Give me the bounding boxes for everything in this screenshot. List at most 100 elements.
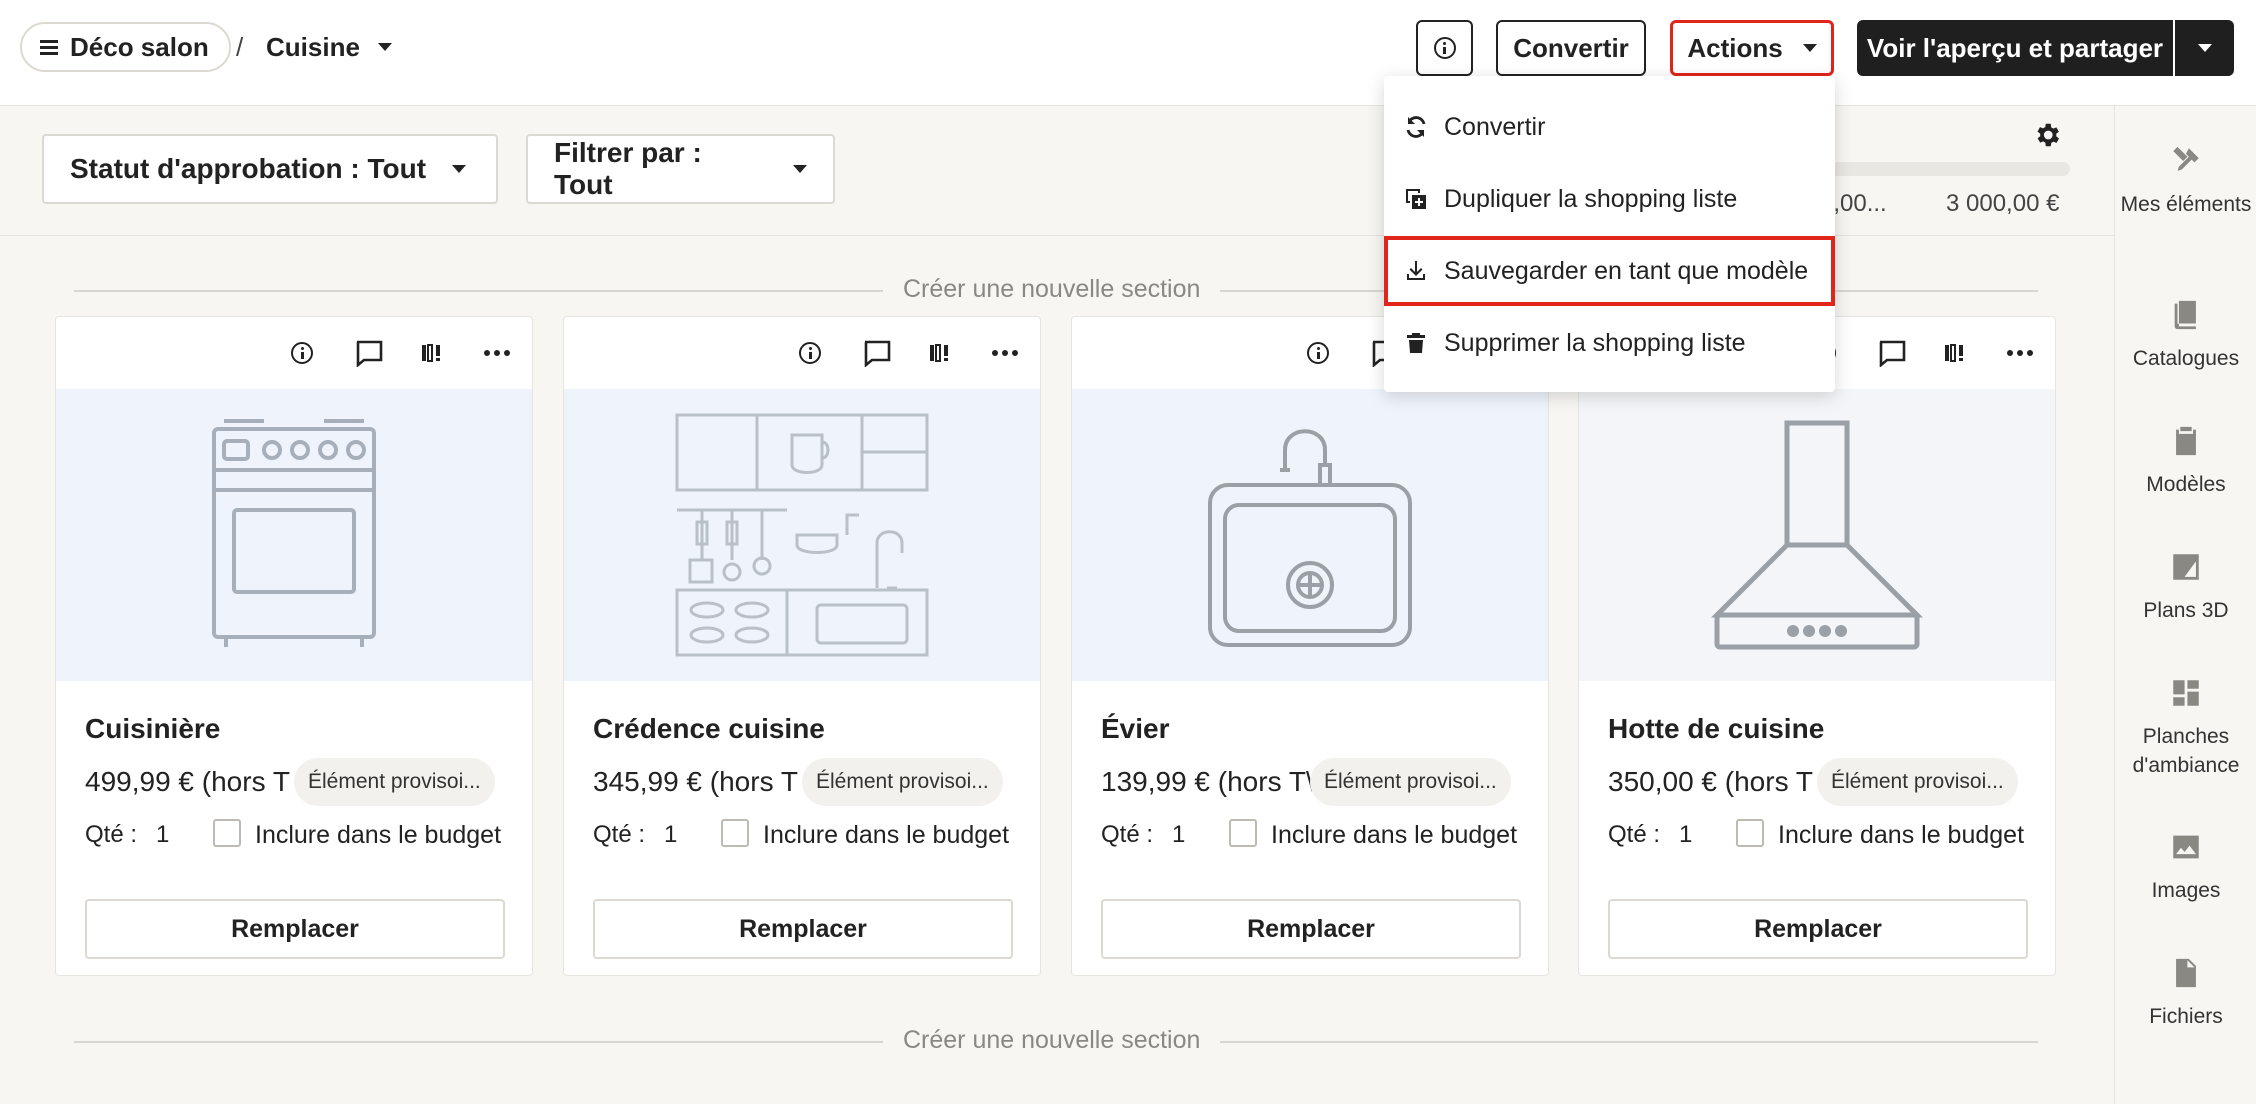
comment-icon[interactable] — [1876, 337, 1908, 369]
product-name: Crédence cuisine — [593, 713, 825, 744]
include-budget-label: Inclure dans le budget — [1271, 821, 1518, 849]
product-price: 350,00 € (hors T — [1608, 766, 1813, 797]
sidebar-item-3d-plans[interactable]: Plans 3D — [2115, 550, 2256, 625]
status-icon[interactable] — [924, 337, 956, 369]
menu-item-label: Sauvegarder en tant que modèle — [1444, 256, 1809, 285]
card-toolbar — [56, 317, 532, 387]
sidebar-item-label: Mes éléments — [2120, 193, 2252, 216]
stove-icon — [212, 419, 376, 647]
refresh-icon — [1406, 116, 1426, 138]
sidebar-item-label: Modèles — [2146, 473, 2226, 496]
comment-icon[interactable] — [353, 337, 385, 369]
range-hood-icon — [1710, 420, 1924, 650]
download-icon — [1407, 261, 1425, 280]
menu-item-duplicate-list[interactable]: Dupliquer la shopping liste — [1384, 164, 1835, 234]
actions-label: Actions — [1687, 32, 1783, 63]
product-price: 139,99 € (hors T\ — [1101, 766, 1314, 797]
more-options-icon[interactable] — [481, 337, 513, 369]
sidebar-item-files[interactable]: Fichiers — [2115, 956, 2256, 1031]
product-image[interactable] — [1579, 389, 2055, 681]
info-icon[interactable] — [1302, 337, 1334, 369]
filter-by-dropdown[interactable]: Filtrer par : Tout — [526, 134, 835, 204]
filter-by-label: Filtrer par : Tout — [554, 137, 702, 200]
product-card: Évier 139,99 € (hors T\ Élément provisoi… — [1071, 316, 1549, 976]
create-section-link-bottom[interactable]: Créer une nouvelle section — [883, 1026, 1221, 1055]
share-options-button[interactable] — [2175, 20, 2234, 76]
more-options-icon[interactable] — [2004, 337, 2036, 369]
room-selector[interactable]: Cuisine — [266, 22, 392, 72]
approval-status-filter[interactable]: Statut d'approbation : Tout — [42, 134, 498, 204]
convert-button[interactable]: Convertir — [1496, 20, 1646, 76]
replace-button[interactable]: Remplacer — [85, 899, 505, 959]
product-card: Crédence cuisine 345,99 € (hors T Élémen… — [563, 316, 1041, 976]
create-section-link-top[interactable]: Créer une nouvelle section — [883, 275, 1221, 304]
kitchen-backsplash-icon — [675, 413, 929, 657]
quantity-label: Qté : — [1608, 821, 1661, 848]
sidebar-item-label: Fichiers — [2149, 1005, 2223, 1028]
product-price: 345,99 € (hors T — [593, 766, 798, 797]
info-button[interactable] — [1416, 20, 1473, 76]
comment-icon[interactable] — [861, 337, 893, 369]
sink-icon — [1208, 429, 1412, 647]
product-image[interactable] — [1072, 389, 1548, 681]
replace-button[interactable]: Remplacer — [1101, 899, 1521, 959]
file-icon — [2176, 958, 2196, 988]
menu-item-label: Dupliquer la shopping liste — [1444, 184, 1738, 213]
hamburger-menu-icon — [40, 40, 58, 55]
status-badge: Élément provisoi... — [802, 758, 1003, 806]
floorplan-icon — [2173, 554, 2199, 580]
top-bar: Déco salon / Cuisine Convertir Actions V… — [0, 0, 2256, 106]
room-name: Cuisine — [266, 31, 360, 62]
product-price: 499,99 € (hors T — [85, 766, 290, 797]
more-options-icon[interactable] — [989, 337, 1021, 369]
tools-icon — [2173, 146, 2199, 171]
chevron-down-icon — [377, 43, 392, 51]
actions-button[interactable]: Actions — [1670, 20, 1834, 76]
chevron-down-icon — [793, 165, 807, 173]
menu-item-save-as-template[interactable]: Sauvegarder en tant que modèle — [1384, 236, 1835, 306]
status-badge: Élément provisoi... — [1817, 758, 2018, 806]
sidebar-item-label: Plans 3D — [2143, 599, 2229, 622]
approval-status-label: Statut d'approbation : Tout — [70, 153, 427, 184]
chevron-down-icon — [452, 165, 467, 173]
sidebar-item-templates[interactable]: Modèles — [2115, 424, 2256, 499]
product-name: Hotte de cuisine — [1608, 713, 1825, 744]
product-card: Cuisinière 499,99 € (hors T Élément prov… — [55, 316, 533, 976]
menu-item-delete-list[interactable]: Supprimer la shopping liste — [1384, 308, 1835, 378]
product-image[interactable] — [564, 389, 1040, 681]
moodboard-icon — [2173, 680, 2199, 706]
product-image[interactable] — [56, 389, 532, 681]
chevron-down-icon — [1802, 44, 1817, 52]
quantity-value[interactable]: 1 — [156, 821, 169, 849]
project-menu-button[interactable]: Déco salon — [20, 22, 231, 72]
menu-item-convert[interactable]: Convertir — [1384, 92, 1835, 162]
status-icon[interactable] — [416, 337, 448, 369]
sidebar-item-label: Planches d'ambiance — [2132, 725, 2240, 777]
sidebar-item-moodboards[interactable]: Planches d'ambiance — [2115, 676, 2256, 780]
product-name: Cuisinière — [85, 713, 221, 744]
right-sidebar: Mes éléments Catalogues Modèles Plans 3D… — [2114, 106, 2256, 1104]
image-icon — [2173, 835, 2199, 859]
quantity-value[interactable]: 1 — [1172, 821, 1185, 849]
sidebar-item-catalogues[interactable]: Catalogues — [2115, 298, 2256, 373]
quantity-label: Qté : — [85, 821, 138, 848]
info-icon[interactable] — [286, 337, 318, 369]
gear-icon[interactable] — [2032, 120, 2062, 150]
replace-button[interactable]: Remplacer — [1608, 899, 2028, 959]
include-budget-checkbox[interactable] — [1736, 819, 1764, 847]
include-budget-checkbox[interactable] — [213, 819, 241, 847]
product-name: Évier — [1101, 713, 1170, 744]
preview-share-button[interactable]: Voir l'aperçu et partager — [1857, 20, 2173, 76]
include-budget-label: Inclure dans le budget — [255, 821, 502, 849]
info-icon — [1433, 37, 1456, 59]
sidebar-item-my-elements[interactable]: Mes éléments — [2115, 144, 2256, 219]
sidebar-item-images[interactable]: Images — [2115, 830, 2256, 905]
status-icon[interactable] — [1939, 337, 1971, 369]
include-budget-checkbox[interactable] — [721, 819, 749, 847]
info-icon[interactable] — [794, 337, 826, 369]
quantity-value[interactable]: 1 — [1679, 821, 1692, 849]
include-budget-checkbox[interactable] — [1229, 819, 1257, 847]
quantity-value[interactable]: 1 — [664, 821, 677, 849]
replace-button[interactable]: Remplacer — [593, 899, 1013, 959]
sidebar-item-label: Images — [2151, 879, 2221, 902]
